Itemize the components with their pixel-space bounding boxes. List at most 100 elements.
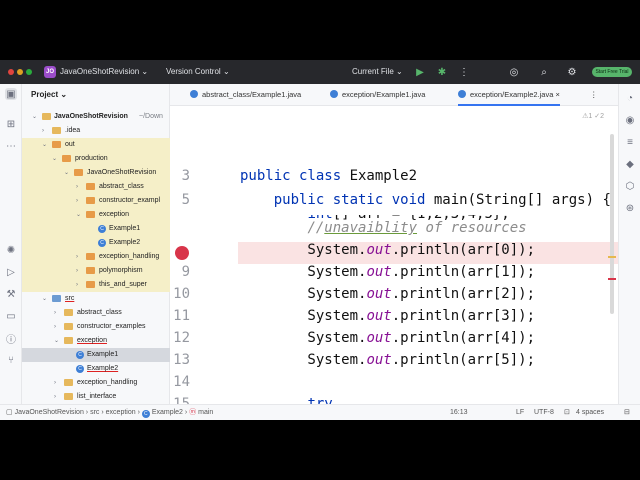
chevron-down-icon: ⌄ (76, 212, 82, 218)
project-name: JavaOneShotRevision (60, 67, 140, 76)
tree-item-out-polymorphism[interactable]: › polymorphism (22, 264, 170, 278)
ide-window: JO JavaOneShotRevision ⌄ Version Control… (0, 60, 640, 420)
tree-item-src-abstract-class[interactable]: › abstract_class (22, 306, 170, 320)
tree-item-root[interactable]: ⌄ JavaOneShotRevision ~/Down (22, 110, 170, 124)
class-file-icon: C (98, 239, 106, 247)
gradle-icon[interactable]: ≡ (624, 136, 636, 148)
indent-lock-icon[interactable]: ⊡ (564, 405, 570, 420)
tree-item-out-exception[interactable]: ⌄ exception (22, 208, 170, 222)
tree-item-out-constructor[interactable]: › constructor_exampl (22, 194, 170, 208)
tree-item-src-list-interface[interactable]: › list_interface (22, 390, 170, 404)
breakpoint-icon[interactable] (175, 246, 189, 260)
run-config-selector[interactable]: Current File ⌄ (352, 60, 403, 84)
tree-item-out-example2[interactable]: C Example2 (22, 236, 170, 250)
notifications-bell-icon[interactable]: ◔ (624, 92, 636, 104)
left-tool-strip: ▣ ⊞ ⋯ ✺ ▷ ⚒ ▭ ⓘ ⑂ (0, 84, 22, 404)
inspection-widget[interactable]: ⚠1 ✓2 (582, 112, 604, 120)
project-badge: JO (44, 66, 56, 78)
tree-item-out-abstract-class[interactable]: › abstract_class (22, 180, 170, 194)
line-number: 11 (173, 308, 190, 324)
structure-icon[interactable]: ⊞ (5, 118, 17, 130)
zoom-window-button[interactable] (26, 69, 32, 75)
ai-assistant-icon[interactable]: ◎ (508, 66, 520, 78)
title-bar: JO JavaOneShotRevision ⌄ Version Control… (0, 60, 640, 84)
tree-item-src-example2[interactable]: C Example2 (22, 362, 170, 376)
version-control-menu[interactable]: Version Control ⌄ (166, 60, 230, 84)
tree-item-src-exception[interactable]: ⌄ exception (22, 334, 170, 348)
class-file-icon: C (76, 365, 84, 373)
folder-icon (86, 281, 95, 288)
tree-item-production[interactable]: ⌄ production (22, 152, 170, 166)
tree-item-idea[interactable]: › .idea (22, 124, 170, 138)
tree-item-label: polymorphism (99, 267, 143, 274)
vertical-scrollbar[interactable] (610, 134, 614, 314)
minimize-window-button[interactable] (17, 69, 23, 75)
line-number: 9 (181, 264, 190, 280)
caret-position[interactable]: 16:13 (450, 405, 468, 420)
debug-icon[interactable]: ✱ (436, 66, 448, 78)
chevron-right-icon: › (76, 268, 78, 274)
version-control-label: Version Control (166, 67, 221, 76)
breadcrumb-project[interactable]: JavaOneShotRevision (15, 409, 84, 416)
tab-abstract-class-example1[interactable]: abstract_class/Example1.java (190, 84, 301, 106)
tree-item-src-exception-handling[interactable]: › exception_handling (22, 376, 170, 390)
build-icon[interactable]: ⚒ (5, 288, 17, 300)
run-icon[interactable]: ▶ (414, 66, 426, 78)
readonly-toggle-icon[interactable]: ⊟ (624, 405, 630, 420)
code-line-8: System.out.println(arr[0]); (240, 242, 536, 258)
chevron-down-icon: ⌄ (396, 67, 403, 76)
tree-item-label: JavaOneShotRevision (87, 169, 157, 176)
run-config-label: Current File (352, 67, 394, 76)
chevron-down-icon: ⌄ (52, 156, 58, 162)
tree-item-path: ~/Down (139, 113, 163, 120)
tree-item-label: src (65, 295, 75, 302)
line-separator[interactable]: LF (516, 405, 524, 420)
run-tool-icon[interactable]: ▷ (5, 266, 17, 278)
code-editor[interactable]: ⚠1 ✓2 3 public class Example2 5 public s… (170, 106, 618, 404)
close-icon[interactable]: × (555, 90, 559, 99)
chevron-right-icon: › (76, 254, 78, 260)
coverage-icon[interactable]: ⊛ (624, 202, 636, 214)
bookmarks-icon[interactable]: ⋯ (5, 140, 17, 152)
problems-icon[interactable]: ⓘ (5, 332, 17, 346)
breadcrumb-src[interactable]: src (90, 409, 99, 416)
tree-item-src[interactable]: ⌄ src (22, 292, 170, 306)
ai-assistant-icon[interactable]: ◆ (624, 158, 636, 170)
project-panel-title[interactable]: Project ⌄ (31, 90, 67, 99)
module-icon: ▢ (6, 409, 13, 416)
terminal-icon[interactable]: ▭ (5, 310, 17, 322)
class-file-icon: C (76, 351, 84, 359)
tabs-overflow-icon[interactable]: ⋮ (590, 84, 598, 106)
video-letterbox-bottom (0, 420, 640, 480)
tree-item-src-example1[interactable]: C Example1 (22, 348, 170, 362)
breadcrumb-method[interactable]: main (198, 409, 213, 416)
breadcrumb-class[interactable]: Example2 (152, 409, 183, 416)
tree-item-out[interactable]: ⌄ out (22, 138, 170, 152)
tree-item-label: JavaOneShotRevision (54, 113, 128, 120)
project-selector[interactable]: JavaOneShotRevision ⌄ (60, 60, 148, 84)
indent-setting[interactable]: 4 spaces (576, 405, 604, 420)
project-folder-icon[interactable]: ▣ (5, 88, 17, 100)
tab-exception-example2[interactable]: exception/Example2.java × (458, 84, 560, 106)
tab-exception-example1[interactable]: exception/Example1.java (330, 84, 425, 106)
video-letterbox-top (0, 0, 640, 60)
database-icon[interactable]: ◉ (624, 114, 636, 126)
close-window-button[interactable] (8, 69, 14, 75)
search-icon[interactable]: ⌕ (538, 66, 550, 78)
start-free-trial-button[interactable]: Start Free Trial (592, 67, 632, 77)
tree-item-out-example1[interactable]: C Example1 (22, 222, 170, 236)
settings-gear-icon[interactable]: ⚙ (566, 66, 578, 78)
tree-item-out-exception-handling[interactable]: › exception_handling (22, 250, 170, 264)
services-icon[interactable]: ✺ (5, 244, 17, 256)
more-actions-icon[interactable]: ⋮ (458, 66, 470, 78)
tree-item-src-constructor[interactable]: › constructor_examples (22, 320, 170, 334)
warning-marker[interactable] (608, 256, 616, 258)
file-encoding[interactable]: UTF-8 (534, 405, 554, 420)
error-marker[interactable] (608, 278, 616, 280)
tree-item-out-this-and-super[interactable]: › this_and_super (22, 278, 170, 292)
tree-item-out-module[interactable]: ⌄ JavaOneShotRevision (22, 166, 170, 180)
breadcrumb-package[interactable]: exception (106, 409, 136, 416)
copilot-icon[interactable]: ⬡ (624, 180, 636, 192)
folder-icon (52, 141, 61, 148)
git-icon[interactable]: ⑂ (5, 354, 17, 366)
